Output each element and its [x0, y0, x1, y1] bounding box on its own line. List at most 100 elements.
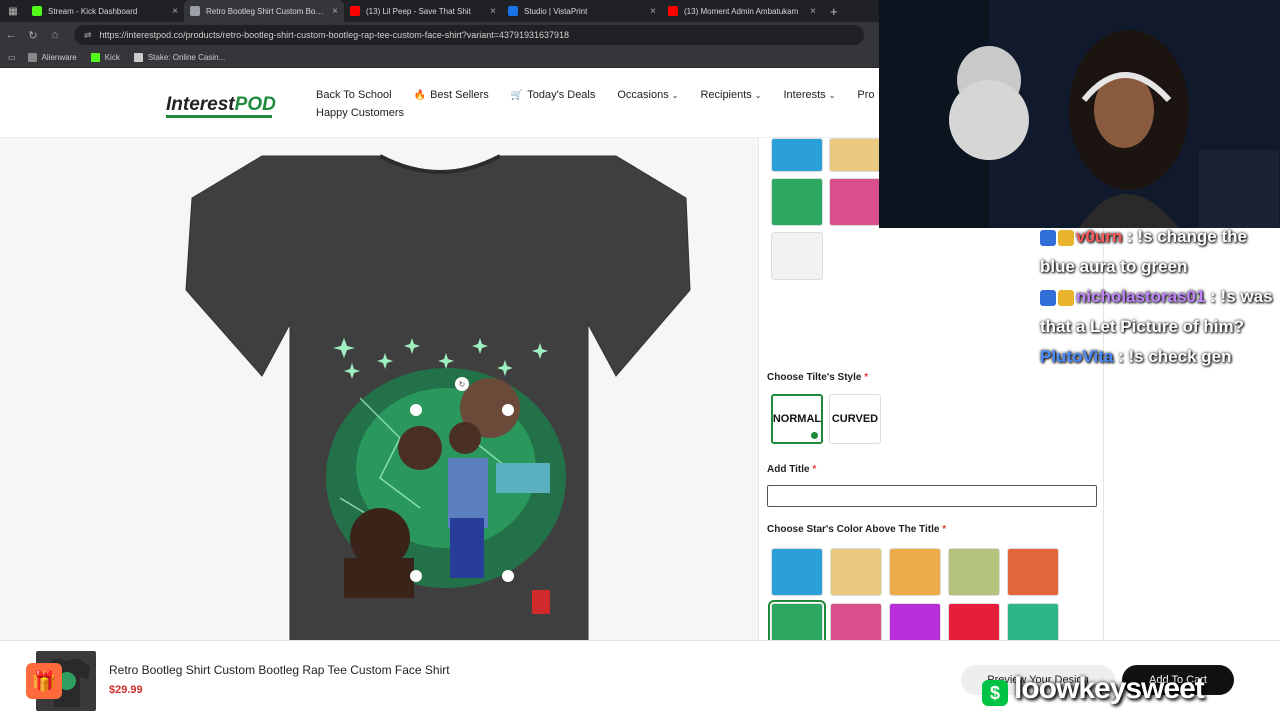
nav-item[interactable]: Recipients ⌄	[700, 89, 761, 101]
product-preview: ↻	[0, 138, 758, 720]
title-style-label: NORMAL	[772, 413, 822, 425]
star-color-swatch[interactable]	[771, 548, 823, 596]
browser-tab[interactable]: (13) Moment Admin Ambatukam ×	[662, 0, 822, 22]
nav-item[interactable]: Back To School	[316, 89, 392, 101]
tab-close-icon[interactable]: ×	[650, 6, 656, 17]
resize-handle[interactable]	[410, 404, 422, 416]
browser-tab[interactable]: Studio | VistaPrint ×	[502, 0, 662, 22]
crown-badge-icon	[1058, 289, 1074, 306]
cashapp-icon: $	[982, 680, 1008, 706]
browser-tab[interactable]: Stream - Kick Dashboard ×	[26, 0, 184, 22]
aura-color-swatch[interactable]	[771, 178, 823, 226]
nav-item[interactable]: Happy Customers	[316, 107, 404, 119]
webcam-overlay	[879, 0, 1280, 228]
bookmark-label: Kick	[104, 53, 120, 62]
aura-color-swatch[interactable]	[829, 138, 881, 172]
star-color-swatch[interactable]	[948, 548, 1000, 596]
tab-close-icon[interactable]: ×	[490, 6, 496, 17]
new-tab-icon[interactable]: +	[830, 4, 838, 19]
tab-favicon-icon	[508, 6, 518, 16]
bookmark-item[interactable]: Kick	[90, 53, 120, 62]
title-style-option[interactable]: NORMAL	[771, 394, 823, 444]
site-info-icon[interactable]: ⇌	[84, 30, 92, 41]
nav-item-label: Recipients	[700, 89, 752, 101]
stream-chat-overlay: v0urn : !s change the blue aura to green…	[1040, 222, 1280, 372]
bookmark-favicon-icon	[133, 53, 143, 62]
star-color-swatch[interactable]	[889, 548, 941, 596]
moderator-badge-icon	[1040, 229, 1056, 246]
tab-favicon-icon	[350, 6, 360, 16]
tab-favicon-icon	[190, 6, 200, 16]
bookmarks-menu-icon[interactable]: ▭	[8, 53, 16, 62]
bookmark-label: Alienware	[41, 53, 77, 62]
tab-close-icon[interactable]: ×	[810, 6, 816, 17]
chevron-down-icon: ⌄	[671, 90, 679, 100]
tab-favicon-icon	[32, 6, 42, 16]
chat-message: nicholastoras01 : !s was that a Let Pict…	[1040, 282, 1280, 342]
bookmark-label: Stake: Online Casin...	[147, 53, 226, 62]
title-option-label: Add Title *	[767, 464, 816, 475]
chat-username: v0urn	[1076, 227, 1123, 246]
nav-item[interactable]: 🔥 Best Sellers	[414, 89, 489, 101]
chat-message: PlutoVita : !s check gen	[1040, 342, 1280, 372]
logo-underline	[166, 115, 272, 118]
aura-color-swatch[interactable]	[771, 138, 823, 172]
reload-icon[interactable]: ↻	[22, 29, 44, 42]
moderator-badge-icon	[1040, 289, 1056, 306]
star-color-swatch[interactable]	[1007, 548, 1059, 596]
browser-tab[interactable]: Retro Bootleg Shirt Custom Bootle ×	[184, 0, 344, 22]
nav-item[interactable]: Interests ⌄	[784, 89, 836, 101]
bookmark-item[interactable]: Alienware	[27, 53, 77, 62]
star-color-label: Choose Star's Color Above The Title *	[767, 524, 946, 535]
title-style-option[interactable]: CURVED	[829, 394, 881, 444]
site-logo[interactable]: InterestPOD	[166, 94, 276, 116]
tab-close-icon[interactable]: ×	[172, 6, 178, 17]
tab-menu-icon[interactable]: ▦	[0, 0, 26, 22]
nav-item[interactable]: Pro	[857, 89, 874, 101]
svg-text:↻: ↻	[459, 380, 466, 389]
aura-color-swatch[interactable]	[771, 232, 823, 280]
chat-text: : !s check gen	[1113, 347, 1232, 366]
selected-indicator-icon	[811, 432, 818, 439]
required-mark: *	[864, 372, 869, 383]
title-label-text: Add Title	[767, 464, 810, 475]
logo-accent: POD	[234, 94, 276, 115]
nav-item-label: Best Sellers	[430, 89, 489, 101]
tab-title: Stream - Kick Dashboard	[48, 6, 138, 16]
chat-username: nicholastoras01	[1076, 287, 1206, 306]
resize-handle[interactable]	[502, 570, 514, 582]
home-icon[interactable]: ⌂	[44, 29, 66, 41]
tab-title: (13) Moment Admin Ambatukam	[684, 6, 799, 16]
resize-handle[interactable]	[502, 404, 514, 416]
nav-item[interactable]: 🛒 Today's Deals	[511, 89, 596, 101]
chevron-down-icon: ⌄	[754, 90, 762, 100]
main-nav: Back To School 🔥 Best Sellers 🛒 Today's Deal…	[316, 88, 897, 124]
browser-tab[interactable]: (13) Lil Peep - Save That Shit ×	[344, 0, 502, 22]
required-mark: *	[812, 464, 817, 475]
nav-item-emoji-icon: 🛒	[510, 89, 524, 101]
bookmark-item[interactable]: Stake: Online Casin...	[133, 53, 226, 62]
star-color-label-text: Choose Star's Color Above The Title	[767, 524, 940, 535]
url-field[interactable]: ⇌ https://interestpod.co/products/retro-…	[74, 25, 864, 45]
gift-icon[interactable]: 🎁	[26, 663, 62, 699]
product-price: $29.99	[109, 684, 143, 696]
tab-title: Studio | VistaPrint	[524, 6, 588, 16]
aura-color-swatch[interactable]	[829, 178, 881, 226]
product-title: Retro Bootleg Shirt Custom Bootleg Rap T…	[109, 663, 450, 677]
title-style-label: CURVED	[831, 413, 879, 425]
tab-favicon-icon	[668, 6, 678, 16]
tab-title: (13) Lil Peep - Save That Shit	[366, 6, 471, 16]
resize-handle[interactable]	[410, 570, 422, 582]
nav-item-label: Back To School	[316, 89, 392, 101]
tab-close-icon[interactable]: ×	[332, 6, 338, 17]
star-color-swatch[interactable]	[830, 548, 882, 596]
required-mark: *	[942, 524, 947, 535]
chat-username: PlutoVita	[1040, 347, 1114, 366]
nav-item-label: Today's Deals	[527, 89, 596, 101]
nav-item-label: Occasions	[617, 89, 669, 101]
crown-badge-icon	[1058, 229, 1074, 246]
url-text: https://interestpod.co/products/retro-bo…	[99, 30, 570, 40]
back-icon[interactable]: ←	[0, 29, 22, 41]
nav-item[interactable]: Occasions ⌄	[617, 89, 678, 101]
title-input[interactable]	[767, 485, 1097, 507]
